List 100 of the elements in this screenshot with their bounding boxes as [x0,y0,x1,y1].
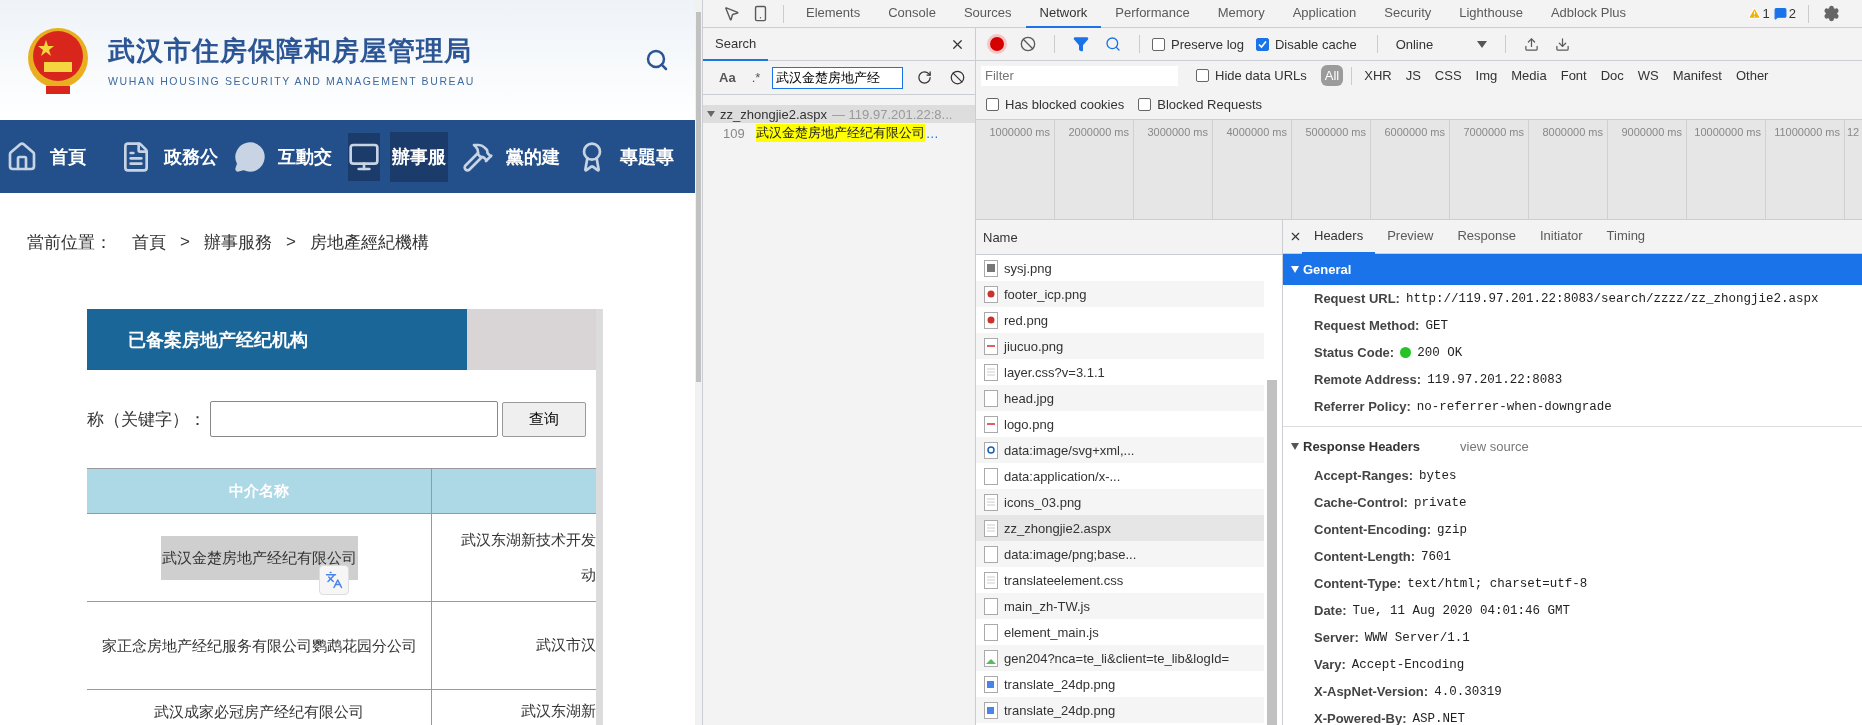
match-text[interactable]: 武汉金楚房地产经纪有限公司 [755,124,925,142]
query-button[interactable]: 查询 [502,401,586,437]
filter-field[interactable]: Filter [981,65,1178,86]
section-header[interactable]: General [1283,254,1862,285]
devtools-tab[interactable]: Memory [1203,0,1279,28]
type-filter[interactable]: JS [1401,65,1425,86]
header-value: 200 OK [1417,345,1463,360]
detail-tab[interactable]: Response [1445,219,1528,254]
devtools-tab[interactable]: Adblock Plus [1536,0,1641,28]
regex-toggle[interactable]: .* [747,70,765,85]
nav-item[interactable]: 政務公 [162,131,220,182]
checkbox[interactable]: Blocked Requests [1138,97,1262,112]
breadcrumb-link[interactable]: 房地產經紀機構 [309,230,429,254]
checkbox-box[interactable] [1196,69,1209,82]
request-name: red.png [1004,312,1049,328]
request-row[interactable]: main_zh-TW.js [976,593,1264,619]
checkbox[interactable]: Preserve log [1152,36,1244,52]
devtools-tab[interactable]: Security [1370,0,1446,28]
request-row[interactable]: icons_03.png [976,489,1264,515]
site-subtitle: WUHAN HOUSING SECURITY AND MANAGEMENT BUREAU [108,75,476,87]
type-filter[interactable]: Doc [1596,65,1628,86]
request-name: element_main.js [1004,624,1099,640]
close-icon[interactable] [1289,230,1302,243]
throttle-dropdown[interactable]: Online [1389,36,1494,52]
search-tab[interactable]: Search [703,27,769,61]
breadcrumb-link[interactable]: 辦事服務 [203,230,272,254]
header-value: text/html; charset=utf-8 [1407,576,1588,591]
record-icon[interactable] [990,37,1004,51]
request-row[interactable]: head.jpg [976,385,1264,411]
request-row[interactable]: jiucuo.png [976,333,1264,359]
type-filter[interactable]: Media [1507,65,1551,86]
type-filter[interactable]: Manifest [1668,65,1726,86]
filter-icon[interactable] [1073,36,1089,52]
devtools-tab[interactable]: Elements [792,0,875,28]
header-value: private [1413,495,1467,510]
header-value: gzip [1437,522,1467,537]
settings-icon[interactable] [1823,5,1840,22]
devtools-tab[interactable]: Network [1025,0,1102,28]
devtools-tab[interactable]: Sources [949,0,1026,28]
search-icon[interactable] [1105,36,1121,52]
caret-icon[interactable] [707,111,715,117]
line-number: 109 [723,125,745,141]
table-cell: 武汉金楚房地产经纪有限公司 [160,535,358,580]
nav-item[interactable]: 辦事服 [390,131,448,182]
clear-icon[interactable] [1020,36,1036,52]
file-icon [984,701,998,719]
device-icon[interactable] [752,5,769,22]
request-row[interactable]: zz_zhongjie2.aspx [976,515,1264,541]
devtools-tab[interactable]: Performance [1101,0,1204,28]
nav-item[interactable]: 互動交 [276,131,334,182]
header-value: GET [1425,318,1448,333]
devtools-tab[interactable]: Application [1278,0,1371,28]
refresh-icon[interactable] [917,70,933,85]
checkbox-box[interactable] [986,98,999,111]
checkbox-box[interactable] [1256,37,1269,51]
checkbox-box[interactable] [1152,37,1165,51]
clear-icon[interactable] [950,70,966,85]
match-case-toggle[interactable]: Aa [715,70,740,85]
checkbox-box[interactable] [1138,98,1152,111]
checkbox[interactable]: Hide data URLs [1196,68,1307,83]
detail-tab[interactable]: Timing [1594,219,1658,254]
type-filter[interactable]: Img [1471,65,1502,86]
nav-item[interactable]: 首頁 [48,131,88,182]
column-header[interactable]: Name [976,220,1282,255]
message-count: 2 [1788,6,1796,21]
request-row[interactable]: data:image/svg+xml,... [976,437,1264,463]
devtools-tab[interactable]: Console [874,0,950,28]
table-cell: 武汉市汉 [536,636,596,655]
type-filter[interactable]: XHR [1360,65,1396,86]
detail-tab[interactable]: Initiator [1527,219,1595,254]
header-value: ASP.NET [1412,711,1465,725]
message-icon[interactable] [1773,7,1787,20]
breadcrumb-link[interactable]: 首頁 [132,230,166,254]
nav-item[interactable]: 專題專 [618,131,676,182]
header-name: X-AspNet-Version: [1314,684,1429,699]
type-filter[interactable]: Font [1556,65,1591,86]
type-filter[interactable]: Other [1731,65,1773,86]
keyword-field[interactable] [210,401,498,437]
checkbox-label: Hide data URLs [1215,68,1307,83]
download-icon[interactable] [1555,36,1571,52]
checkbox[interactable]: Disable cache [1256,36,1357,52]
file-icon [984,285,998,303]
request-row[interactable]: translate_24dp.png [976,697,1264,723]
search-result-file[interactable]: zz_zhongjie2.aspx — 119.97.201.22:8... [703,105,975,123]
request-row[interactable]: footer_icp.png [976,281,1264,307]
devtools-tab[interactable]: Lighthouse [1445,0,1537,28]
request-row[interactable]: data:image/png;base... [976,541,1264,567]
file-icon [984,545,998,563]
translate-button[interactable] [319,565,349,595]
detail-tab[interactable]: Preview [1375,219,1446,254]
nav-item[interactable]: 黨的建 [504,131,562,182]
upload-icon[interactable] [1524,36,1540,52]
search-field[interactable]: 武汉金楚房地产经 [772,66,904,89]
search-icon[interactable] [645,48,669,72]
request-row[interactable]: gen204?nca=te_li&client=te_lib&logId= [976,645,1264,671]
type-filter[interactable]: CSS [1430,65,1466,86]
type-filter[interactable]: WS [1633,65,1663,86]
file-icon [984,571,998,589]
inspect-icon[interactable] [723,5,740,22]
view-source-link[interactable]: view source [1460,439,1529,454]
